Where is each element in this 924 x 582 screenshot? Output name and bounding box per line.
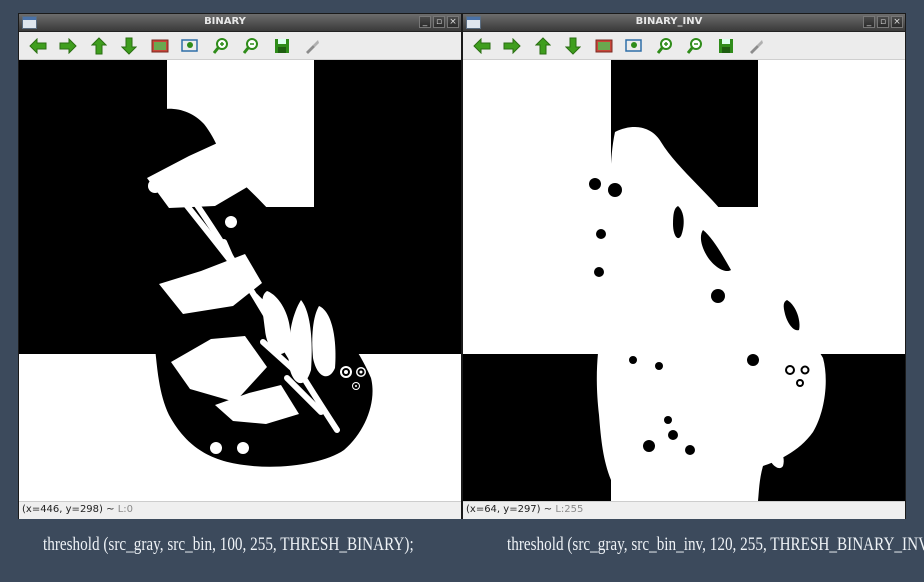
zoom-out-icon[interactable] [684,36,706,56]
toolbar [19,32,461,60]
cursor-coordinates: (x=446, y=298) ~ [22,504,115,515]
status-bar: (x=64, y=297) ~ L:255 [463,501,905,519]
binary-inv-image [463,60,905,501]
binary-image [19,60,461,501]
arrow-down-icon[interactable] [118,36,140,56]
pixel-level: L:0 [117,504,133,515]
window-app-icon[interactable] [466,16,481,29]
maximize-button[interactable]: ▫ [877,16,889,28]
arrow-down-icon[interactable] [562,36,584,56]
zoom-out-icon[interactable] [240,36,262,56]
properties-icon[interactable] [301,36,323,56]
title-bar[interactable]: BINARY_INV _ ▫ × [463,14,905,32]
zoom-in-icon[interactable] [654,36,676,56]
save-icon[interactable] [715,36,737,56]
zoom-rect-icon[interactable] [623,36,645,56]
image-canvas[interactable] [463,60,905,501]
cursor-coordinates: (x=64, y=297) ~ [466,504,553,515]
arrow-left-icon[interactable] [27,36,49,56]
close-button[interactable]: × [447,16,459,28]
binary-inv-window: BINARY_INV _ ▫ × (x=64, y=297) ~ L:255 [462,13,906,519]
title-bar[interactable]: BINARY _ ▫ × [19,14,461,32]
arrow-left-icon[interactable] [471,36,493,56]
zoom-in-icon[interactable] [210,36,232,56]
status-bar: (x=446, y=298) ~ L:0 [19,501,461,519]
window-app-icon[interactable] [22,16,37,29]
zoom-fit-icon[interactable] [149,36,171,56]
arrow-up-icon[interactable] [532,36,554,56]
binary-window: BINARY _ ▫ × (x=446, y=298) ~ L:0 [18,13,462,519]
pixel-level: L:255 [555,504,584,515]
toolbar [463,32,905,60]
window-title: BINARY [204,16,246,27]
minimize-button[interactable]: _ [863,16,875,28]
maximize-button[interactable]: ▫ [433,16,445,28]
minimize-button[interactable]: _ [419,16,431,28]
zoom-rect-icon[interactable] [179,36,201,56]
arrow-right-icon[interactable] [57,36,79,56]
window-title: BINARY_INV [635,16,703,27]
save-icon[interactable] [271,36,293,56]
arrow-up-icon[interactable] [88,36,110,56]
caption-binary-inv: threshold (src_gray, src_bin_inv, 120, 2… [507,534,924,555]
zoom-fit-icon[interactable] [593,36,615,56]
close-button[interactable]: × [891,16,903,28]
caption-binary: threshold (src_gray, src_bin, 100, 255, … [43,534,414,555]
arrow-right-icon[interactable] [501,36,523,56]
image-canvas[interactable] [19,60,461,501]
properties-icon[interactable] [745,36,767,56]
